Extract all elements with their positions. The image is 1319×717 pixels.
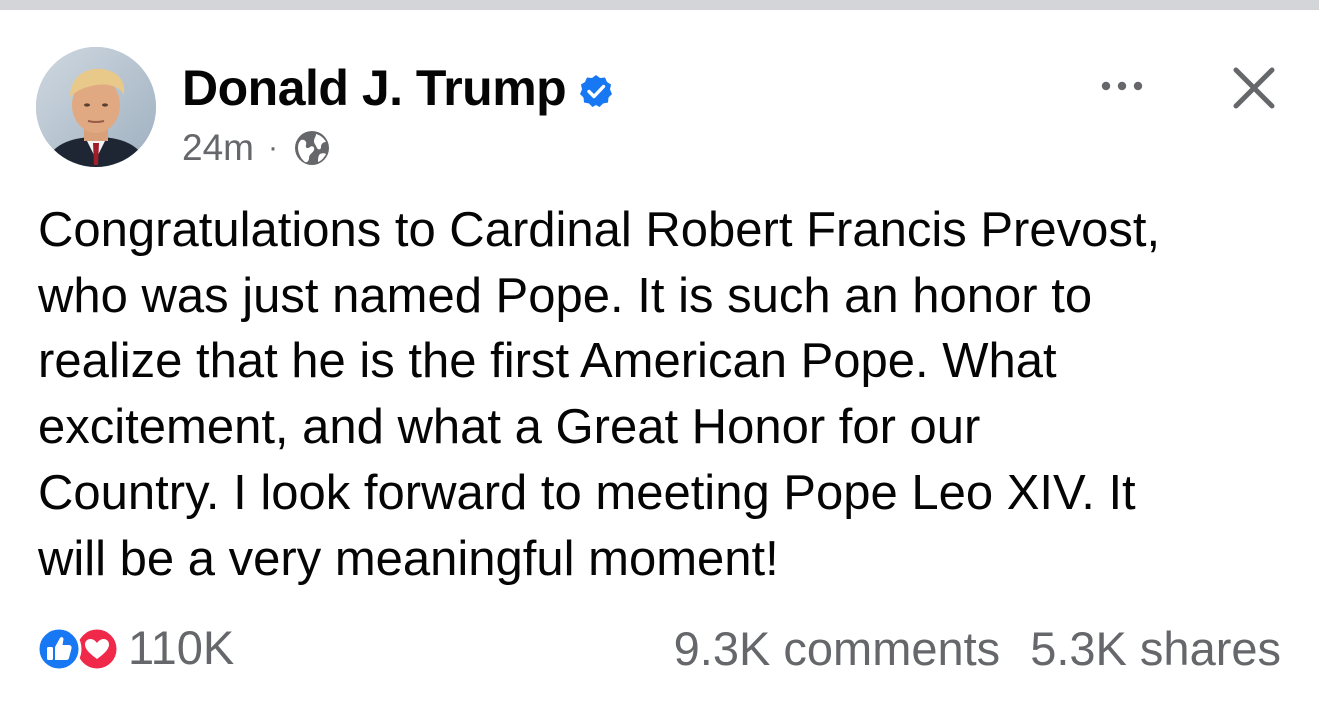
reaction-icons <box>36 624 136 672</box>
post-meta: 24m · <box>182 126 332 170</box>
shares-count-link[interactable]: 5.3K shares <box>1030 621 1281 676</box>
globe-icon[interactable] <box>292 128 332 168</box>
close-icon <box>1233 67 1275 109</box>
verified-badge-icon <box>580 75 613 107</box>
post-body: Congratulations to Cardinal Robert Franc… <box>38 203 1161 586</box>
avatar[interactable] <box>36 47 156 167</box>
meta-separator: · <box>267 131 278 164</box>
reactions-summary[interactable]: 110K <box>36 613 234 683</box>
post-footer: 110K 9.3K comments 5.3K shares <box>0 613 1319 683</box>
post-card: Donald J. Trump 24m · Congratulations to… <box>0 10 1319 717</box>
more-options-icon <box>1101 81 1143 91</box>
author-name[interactable]: Donald J. Trump <box>182 60 567 116</box>
author-row: Donald J. Trump <box>182 60 614 116</box>
avatar-portrait-icon <box>36 47 156 167</box>
close-button[interactable] <box>1226 60 1282 116</box>
post-timestamp[interactable]: 24m <box>182 126 254 170</box>
comments-count-link[interactable]: 9.3K comments <box>674 621 1001 676</box>
post-stats: 9.3K comments 5.3K shares <box>674 613 1281 683</box>
like-icon <box>36 626 82 672</box>
more-options-button[interactable] <box>1092 66 1152 106</box>
top-strip <box>0 0 1319 10</box>
reaction-count: 110K <box>128 621 235 674</box>
